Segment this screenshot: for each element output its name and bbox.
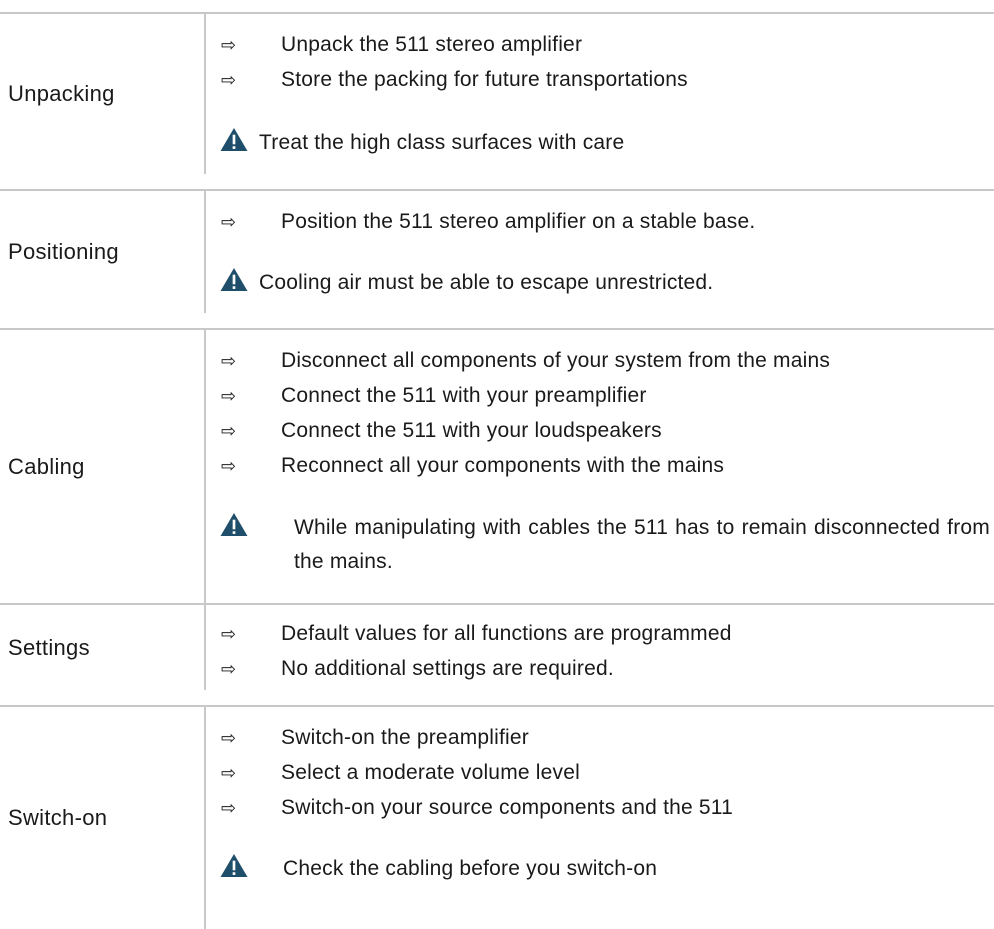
- step-text: Switch-on your source components and the…: [281, 796, 734, 819]
- step-text: Switch-on the preamplifier: [281, 726, 529, 749]
- step-text: Reconnect all your components with the m…: [281, 454, 725, 477]
- list-item: ⇨ Store the packing for future transporta…: [221, 68, 688, 92]
- step-text: Store the packing for future transportat…: [281, 68, 688, 91]
- step-text: Position the 511 stereo amplifier on a s…: [281, 210, 756, 233]
- arrow-right-icon: ⇨: [221, 212, 237, 233]
- step-text: Connect the 511 with your loudspeakers: [281, 419, 662, 442]
- list-item: ⇨ No additional settings are required.: [221, 657, 614, 681]
- list-item: ⇨ Unpack the 511 stereo amplifier: [221, 33, 582, 57]
- warning-triangle-icon: [220, 127, 248, 152]
- arrow-right-icon: ⇨: [221, 456, 237, 477]
- arrow-right-icon: ⇨: [221, 351, 237, 372]
- section-cabling: Cabling ⇨ Disconnect all components of yo…: [0, 328, 994, 603]
- arrow-right-icon: ⇨: [221, 421, 237, 442]
- warning-note: While manipulating with cables the 511 h…: [219, 511, 994, 581]
- step-text: Connect the 511 with your preamplifier: [281, 384, 647, 407]
- list-item: ⇨ Connect the 511 with your loudspeakers: [221, 419, 662, 443]
- section-label: Settings: [0, 605, 206, 690]
- section-content: ⇨ Position the 511 stereo amplifier on a …: [206, 191, 994, 313]
- arrow-right-icon: ⇨: [221, 35, 237, 56]
- warning-note: Cooling air must be able to escape unres…: [219, 267, 713, 295]
- step-text: Select a moderate volume level: [281, 761, 580, 784]
- arrow-right-icon: ⇨: [221, 624, 237, 645]
- list-item: ⇨ Connect the 511 with your preamplifier: [221, 384, 647, 408]
- section-content: ⇨ Default values for all functions are pr…: [206, 605, 994, 690]
- step-text: No additional settings are required.: [281, 657, 614, 680]
- arrow-right-icon: ⇨: [221, 70, 237, 91]
- arrow-right-icon: ⇨: [221, 798, 237, 819]
- warning-text: Treat the high class surfaces with care: [259, 131, 625, 154]
- list-item: ⇨ Default values for all functions are pr…: [221, 622, 732, 646]
- warning-triangle-icon: [220, 853, 248, 878]
- list-item: ⇨ Switch-on your source components and th…: [221, 796, 733, 820]
- warning-text: While manipulating with cables the 511 h…: [294, 516, 990, 573]
- step-text: Unpack the 511 stereo amplifier: [281, 33, 583, 56]
- section-content: ⇨ Disconnect all components of your syste…: [206, 330, 994, 603]
- warning-note: Treat the high class surfaces with care: [219, 127, 624, 155]
- warning-note: Check the cabling before you switch-on: [219, 853, 657, 881]
- warning-text: Check the cabling before you switch-on: [283, 857, 658, 880]
- section-label: Cabling: [0, 330, 206, 603]
- warning-text: Cooling air must be able to escape unres…: [259, 271, 714, 294]
- list-item: ⇨ Reconnect all your components with the …: [221, 454, 724, 478]
- arrow-right-icon: ⇨: [221, 659, 237, 680]
- list-item: ⇨ Switch-on the preamplifier: [221, 726, 529, 750]
- warning-triangle-icon: [220, 512, 248, 537]
- section-settings: Settings ⇨ Default values for all functio…: [0, 603, 994, 690]
- arrow-right-icon: ⇨: [221, 763, 237, 784]
- section-content: ⇨ Switch-on the preamplifier ⇨ Select a mo…: [206, 707, 994, 929]
- list-item: ⇨ Select a moderate volume level: [221, 761, 580, 785]
- section-label: Positioning: [0, 191, 206, 313]
- arrow-right-icon: ⇨: [221, 728, 237, 749]
- section-label: Switch-on: [0, 707, 206, 929]
- step-text: Default values for all functions are pro…: [281, 622, 732, 645]
- arrow-right-icon: ⇨: [221, 386, 237, 407]
- section-switch-on: Switch-on ⇨ Switch-on the preamplifier ⇨ S…: [0, 705, 994, 929]
- list-item: ⇨ Disconnect all components of your syste…: [221, 349, 830, 373]
- step-text: Disconnect all components of your system…: [281, 349, 831, 372]
- list-item: ⇨ Position the 511 stereo amplifier on a …: [221, 210, 755, 234]
- warning-triangle-icon: [220, 267, 248, 292]
- section-label: Unpacking: [0, 14, 206, 174]
- section-unpacking: Unpacking ⇨ Unpack the 511 stereo amplifi…: [0, 12, 994, 174]
- section-positioning: Positioning ⇨ Position the 511 stereo amp…: [0, 189, 994, 313]
- section-content: ⇨ Unpack the 511 stereo amplifier ⇨ Store …: [206, 14, 994, 174]
